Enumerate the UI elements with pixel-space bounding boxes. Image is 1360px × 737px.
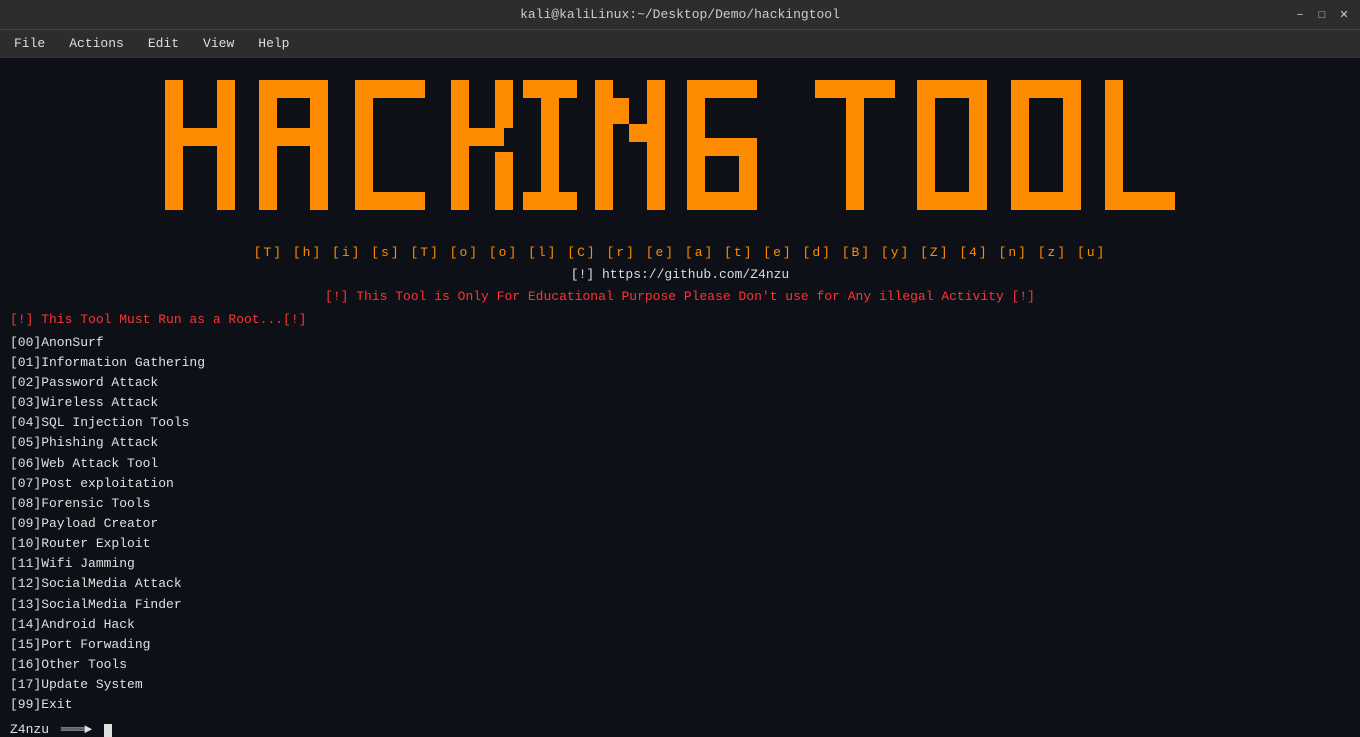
- menu-list-item: [15]Port Forwading: [10, 635, 1350, 655]
- prompt-line: Z4nzu ═══►: [10, 721, 1350, 737]
- root-warning: [!] This Tool Must Run as a Root...[!]: [10, 311, 1350, 329]
- menu-list-item: [06]Web Attack Tool: [10, 454, 1350, 474]
- menu-bar: File Actions Edit View Help: [0, 30, 1360, 58]
- menu-list-item: [08]Forensic Tools: [10, 494, 1350, 514]
- menu-list-item: [01]Information Gathering: [10, 353, 1350, 373]
- menu-view[interactable]: View: [193, 33, 244, 54]
- menu-list-item: [99]Exit: [10, 695, 1350, 715]
- menu-list-item: [16]Other Tools: [10, 655, 1350, 675]
- menu-list: [00]AnonSurf[01]Information Gathering[02…: [10, 333, 1350, 716]
- menu-list-item: [00]AnonSurf: [10, 333, 1350, 353]
- minimize-button[interactable]: −: [1292, 7, 1308, 23]
- menu-help[interactable]: Help: [248, 33, 299, 54]
- menu-edit[interactable]: Edit: [138, 33, 189, 54]
- banner-container: .bt { font-family: 'Courier New', monosp…: [10, 70, 1350, 240]
- window-title: kali@kaliLinux:~/Desktop/Demo/hackingtoo…: [68, 7, 1292, 22]
- menu-list-item: [11]Wifi Jamming: [10, 554, 1350, 574]
- github-line: [!] https://github.com/Z4nzu: [10, 266, 1350, 284]
- menu-list-item: [02]Password Attack: [10, 373, 1350, 393]
- warning-line: [!] This Tool is Only For Educational Pu…: [10, 288, 1350, 306]
- subtitle-line: [T] [h] [i] [s] [T] [o] [o] [l] [C] [r] …: [10, 244, 1350, 262]
- window-controls[interactable]: − □ ✕: [1292, 7, 1352, 23]
- menu-list-item: [17]Update System: [10, 675, 1350, 695]
- maximize-button[interactable]: □: [1314, 7, 1330, 23]
- menu-actions[interactable]: Actions: [59, 33, 134, 54]
- menu-list-item: [05]Phishing Attack: [10, 433, 1350, 453]
- menu-list-item: [07]Post exploitation: [10, 474, 1350, 494]
- menu-list-item: [03]Wireless Attack: [10, 393, 1350, 413]
- menu-list-item: [13]SocialMedia Finder: [10, 595, 1350, 615]
- menu-list-item: [12]SocialMedia Attack: [10, 574, 1350, 594]
- terminal[interactable]: .bt { font-family: 'Courier New', monosp…: [0, 58, 1360, 737]
- prompt-username: Z4nzu: [10, 721, 49, 737]
- title-bar: kali@kaliLinux:~/Desktop/Demo/hackingtoo…: [0, 0, 1360, 30]
- cursor: [104, 724, 112, 737]
- menu-list-item: [09]Payload Creator: [10, 514, 1350, 534]
- prompt-arrow: ═══►: [53, 721, 100, 737]
- hacking-tool-svg: .bt { font-family: 'Courier New', monosp…: [155, 70, 1205, 240]
- menu-file[interactable]: File: [4, 33, 55, 54]
- menu-list-item: [04]SQL Injection Tools: [10, 413, 1350, 433]
- close-button[interactable]: ✕: [1336, 7, 1352, 23]
- menu-list-item: [14]Android Hack: [10, 615, 1350, 635]
- menu-list-item: [10]Router Exploit: [10, 534, 1350, 554]
